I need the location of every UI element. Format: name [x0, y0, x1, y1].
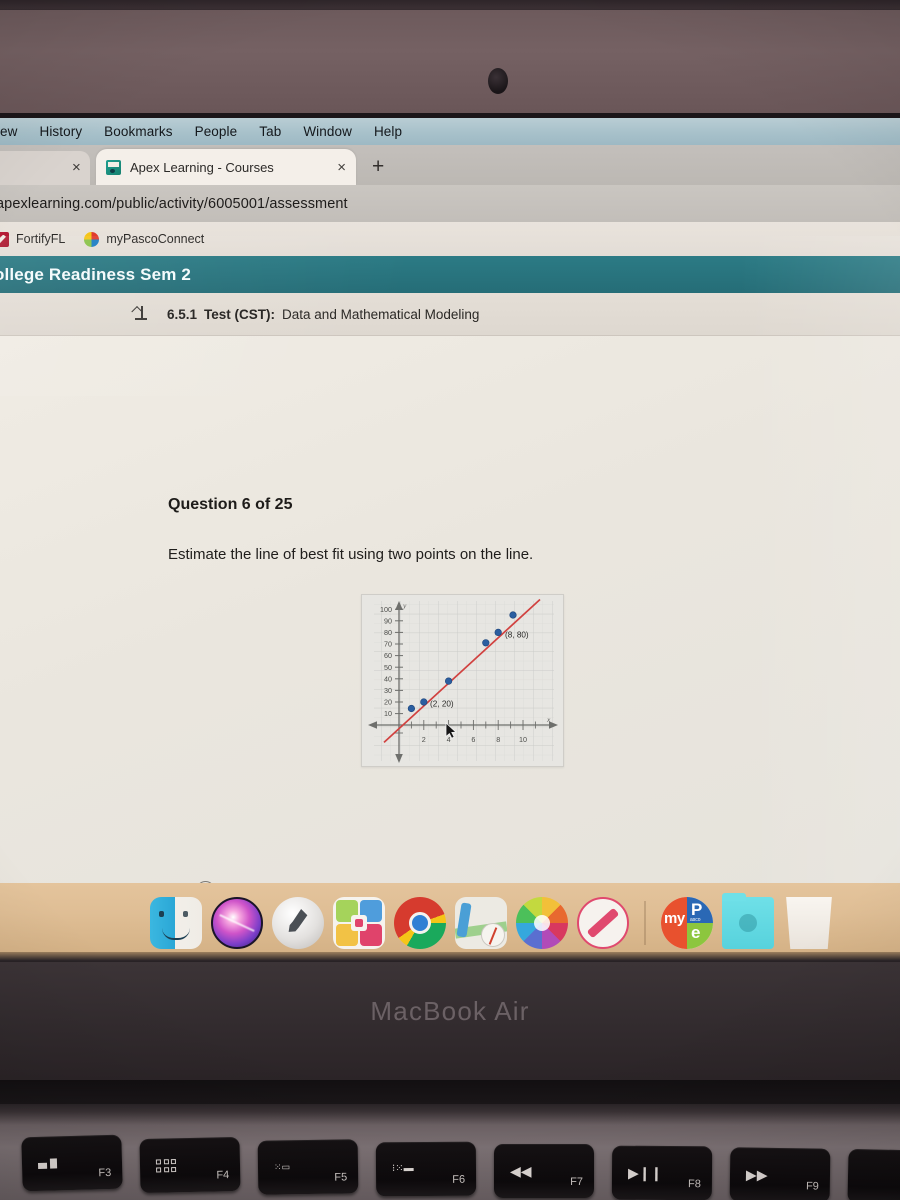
- macbook-air-label: MacBook Air: [370, 996, 530, 1026]
- key-f4[interactable]: F4: [139, 1136, 241, 1194]
- course-header-bar: ollege Readiness Sem 2: [0, 256, 900, 293]
- keyboard-brightness-down-icon: ⁙▭: [273, 1161, 291, 1172]
- dock-item-maps[interactable]: [455, 897, 507, 949]
- svg-text:6: 6: [471, 735, 475, 744]
- laptop-photo: ew History Bookmarks People Tab Window H…: [0, 0, 900, 1200]
- key-label: F4: [216, 1169, 230, 1182]
- browser-tab-strip: × Apex Learning - Courses × +: [0, 145, 900, 185]
- bookmark-label: myPascoConnect: [106, 232, 205, 246]
- key-f3[interactable]: F3: [21, 1134, 123, 1192]
- mypascoconnect-icon: [84, 231, 100, 247]
- dock-item-launchpad[interactable]: [272, 897, 324, 949]
- dock-item-siri[interactable]: [211, 897, 263, 949]
- laptop-screen: ew History Bookmarks People Tab Window H…: [0, 118, 900, 883]
- macos-dock: my P asco e: [150, 893, 832, 958]
- tab-close-icon[interactable]: ×: [337, 159, 346, 176]
- svg-text:(8, 80): (8, 80): [505, 631, 529, 640]
- webcam-icon: [488, 68, 508, 94]
- activity-kind: Test (CST):: [204, 306, 276, 322]
- key-label: F5: [334, 1171, 348, 1184]
- key-f9[interactable]: ▶▶ F9: [729, 1147, 831, 1200]
- bookmarks-bar: FortifyFL myPascoConnect: [0, 222, 900, 256]
- url-text[interactable]: apexlearning.com/public/activity/6005001…: [0, 196, 348, 212]
- dock-item-downloads-folder[interactable]: [722, 893, 774, 949]
- svg-text:y: y: [402, 601, 407, 610]
- menu-item-history[interactable]: History: [28, 124, 93, 139]
- key-f10[interactable]: [847, 1148, 900, 1200]
- menu-item-tab[interactable]: Tab: [248, 124, 292, 139]
- key-f8[interactable]: ▶❙❙ F8: [611, 1145, 713, 1200]
- key-label: F8: [688, 1178, 701, 1191]
- laptop-lower-lid: MacBook Air: [0, 962, 900, 1080]
- key-f6[interactable]: ⁝⁙▬ F6: [375, 1141, 477, 1197]
- activity-title-bar: 6.5.1 Test (CST): Data and Mathematical …: [0, 293, 900, 336]
- return-arrow-icon[interactable]: [131, 306, 150, 322]
- function-key-row: F3 F4 ⁙▭ F5 ⁝⁙▬ F6 ◀◀ F7 ▶❙❙ F8 ▶▶ F9: [0, 1128, 900, 1200]
- screen-bezel-top: [0, 10, 900, 118]
- question-prompt: Estimate the line of best fit using two …: [168, 546, 534, 563]
- dock-item-photos[interactable]: [516, 897, 568, 949]
- svg-text:80: 80: [384, 628, 392, 637]
- menu-item-help[interactable]: Help: [363, 124, 413, 139]
- dock-item-no-entry[interactable]: [577, 897, 629, 949]
- svg-text:x: x: [546, 715, 551, 724]
- play-pause-icon: ▶❙❙: [627, 1164, 663, 1182]
- svg-text:20: 20: [384, 698, 392, 707]
- menu-item-bookmarks[interactable]: Bookmarks: [93, 124, 183, 139]
- keyboard-brightness-up-icon: ⁝⁙▬: [391, 1163, 414, 1175]
- bookmark-mypascoconnect[interactable]: myPascoConnect: [84, 231, 217, 247]
- course-title: ollege Readiness Sem 2: [0, 264, 191, 284]
- dock-item-chrome[interactable]: [394, 897, 446, 958]
- dock-item-keynote[interactable]: [333, 897, 385, 949]
- key-label: F6: [452, 1173, 466, 1186]
- key-label: F7: [570, 1176, 583, 1188]
- svg-text:90: 90: [384, 616, 392, 625]
- mypasco-e-text: e: [691, 923, 701, 942]
- key-f5[interactable]: ⁙▭ F5: [257, 1139, 359, 1195]
- apex-favicon-icon: [106, 159, 121, 175]
- svg-text:(2, 20): (2, 20): [430, 700, 454, 709]
- dock-separator: [644, 901, 646, 945]
- macos-menu-bar: ew History Bookmarks People Tab Window H…: [0, 118, 900, 145]
- tab-apex-learning[interactable]: Apex Learning - Courses ×: [96, 149, 356, 185]
- key-label: F9: [805, 1180, 819, 1193]
- svg-text:70: 70: [384, 640, 392, 649]
- fortifyfl-icon: [0, 231, 9, 247]
- bookmark-fortifyfl[interactable]: FortifyFL: [0, 231, 78, 247]
- key-f7[interactable]: ◀◀ F7: [494, 1144, 594, 1198]
- svg-text:40: 40: [384, 674, 392, 683]
- assessment-body: Question 6 of 25 Estimate the line of be…: [0, 336, 900, 883]
- scatter-plot-figure: y x 10 20 30 40 50 60 70 80 90 100 2 4 6…: [361, 594, 564, 767]
- svg-text:60: 60: [384, 651, 392, 660]
- rewind-icon: ◀◀: [510, 1163, 532, 1179]
- dock-item-finder[interactable]: [150, 897, 202, 958]
- scatter-plot-svg: y x 10 20 30 40 50 60 70 80 90 100 2 4 6…: [362, 595, 563, 766]
- svg-text:10: 10: [519, 735, 527, 744]
- svg-text:50: 50: [384, 663, 392, 672]
- svg-text:100: 100: [380, 605, 392, 614]
- fast-forward-icon: ▶▶: [745, 1166, 768, 1183]
- svg-text:10: 10: [384, 709, 392, 718]
- svg-text:4: 4: [447, 735, 451, 744]
- svg-text:30: 30: [384, 686, 392, 695]
- svg-text:2: 2: [422, 735, 426, 744]
- tab-offscreen-close-icon[interactable]: ×: [72, 159, 81, 176]
- key-label: F3: [98, 1166, 112, 1180]
- dock-item-mypascoconnect[interactable]: my P asco e: [661, 897, 713, 949]
- launchpad-grid-icon: [155, 1159, 177, 1172]
- menu-item-people[interactable]: People: [184, 124, 249, 139]
- new-tab-button[interactable]: +: [372, 156, 384, 177]
- activity-name: Data and Mathematical Modeling: [282, 306, 480, 322]
- mission-control-icon: [37, 1158, 58, 1169]
- bookmark-label: FortifyFL: [16, 232, 66, 246]
- dock-item-trash[interactable]: [786, 897, 832, 949]
- tab-title: Apex Learning - Courses: [130, 159, 274, 175]
- omnibox-row[interactable]: apexlearning.com/public/activity/6005001…: [0, 185, 900, 222]
- svg-text:8: 8: [496, 735, 500, 744]
- menu-item-view-clipped[interactable]: ew: [0, 124, 28, 139]
- question-counter: Question 6 of 25: [168, 496, 293, 513]
- activity-number: 6.5.1: [167, 306, 198, 322]
- menu-item-window[interactable]: Window: [292, 124, 363, 139]
- mypasco-my-text: my: [664, 910, 685, 927]
